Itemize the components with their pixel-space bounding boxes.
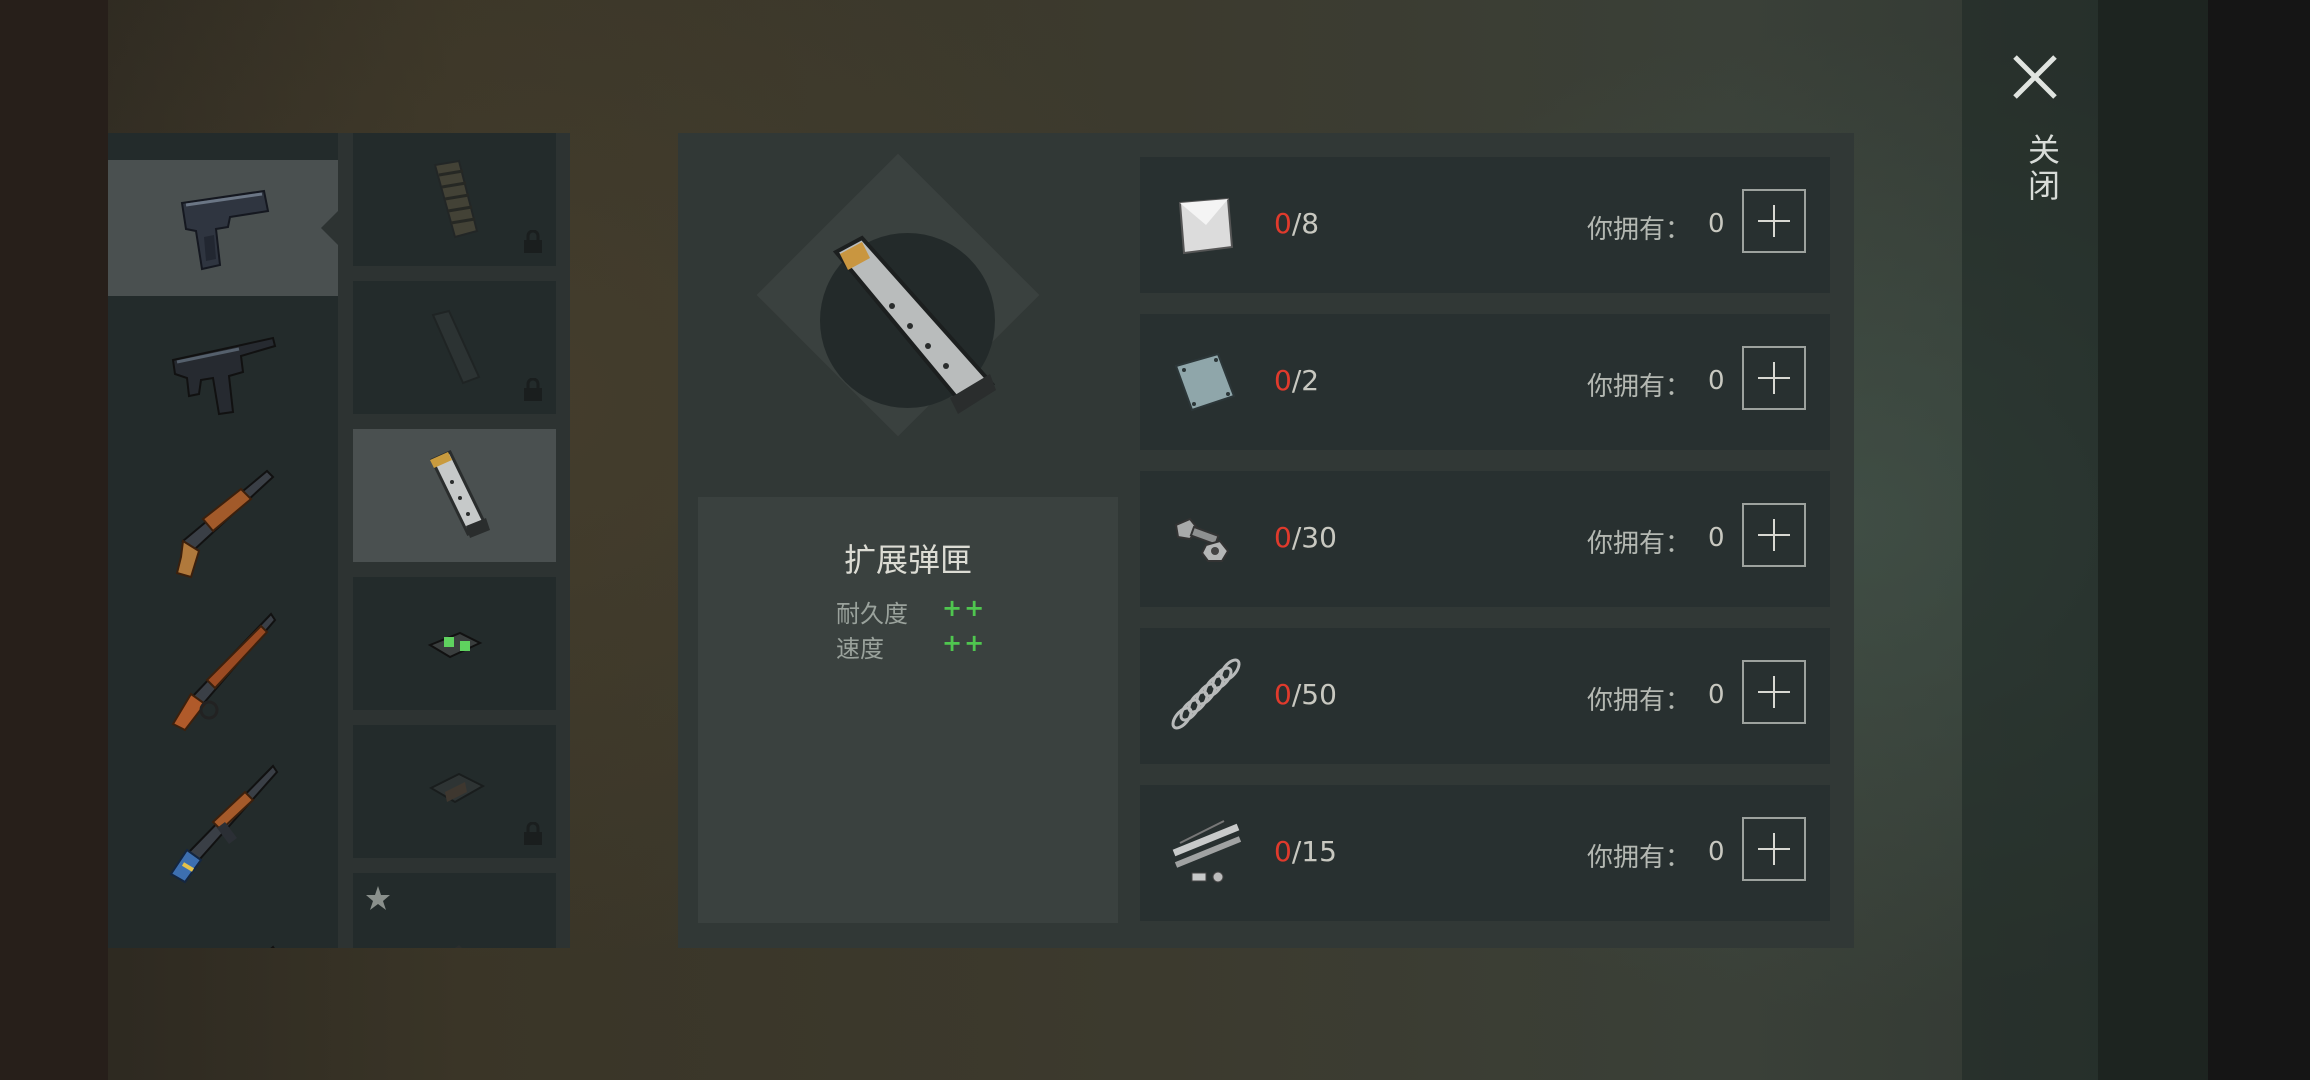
magazine-icon	[431, 309, 480, 384]
add-button[interactable]	[1742, 817, 1806, 881]
owned-value: 0	[1708, 837, 1725, 867]
night-sights-icon	[427, 631, 482, 658]
requirement-row-metal-sheet: 0/8 你拥有： 0	[1140, 157, 1830, 293]
add-button[interactable]	[1742, 346, 1806, 410]
add-button[interactable]	[1742, 503, 1806, 567]
steel-plate-icon	[1174, 352, 1236, 412]
weapon-item-pistol[interactable]	[108, 160, 338, 296]
stat-label: 耐久度	[836, 600, 908, 628]
stat-speed: 速度 ++	[836, 629, 984, 664]
owned-label: 你拥有：	[1587, 215, 1692, 245]
add-button[interactable]	[1742, 660, 1806, 724]
requirement-count: 0/30	[1274, 521, 1337, 554]
smg-icon	[171, 336, 277, 416]
weapon-list	[108, 133, 338, 948]
item-title: 扩展弹匣	[843, 541, 972, 579]
rifle-icon	[270, 945, 275, 948]
requirement-count: 0/8	[1274, 207, 1320, 240]
requirement-row-pipes-parts: 0/15 你拥有： 0	[1140, 785, 1830, 921]
spring-icon	[1171, 658, 1241, 730]
red-dot-sight-icon	[428, 772, 485, 803]
weapon-item-assault-rifle[interactable]	[108, 746, 338, 896]
weapon-item-smg[interactable]	[108, 296, 338, 446]
requirement-row-bolt-nut: 0/30 你拥有： 0	[1140, 471, 1830, 607]
weapon-item-shotgun[interactable]	[108, 446, 338, 596]
assault-rifle-icon	[169, 764, 279, 884]
owned-value: 0	[1708, 209, 1725, 239]
attachment-item-night-sights[interactable]	[353, 577, 556, 710]
stat-durability: 耐久度 ++	[836, 594, 984, 629]
stat-value: ++	[942, 594, 987, 622]
owned-value: 0	[1708, 366, 1725, 396]
attachment-item-drum-magazine[interactable]	[353, 133, 556, 266]
pipes-parts-icon	[1172, 820, 1242, 883]
owned-label: 你拥有：	[1587, 686, 1692, 716]
requirement-count: 0/2	[1274, 364, 1320, 397]
close-button[interactable]: 关闭	[2005, 45, 2065, 215]
weapon-item-lever-rifle[interactable]	[108, 596, 338, 746]
stat-value: ++	[942, 629, 987, 657]
shotgun-icon	[175, 469, 275, 579]
stat-label: 速度	[836, 635, 884, 663]
owned-label: 你拥有：	[1587, 843, 1692, 873]
attachment-item-red-dot-sight[interactable]	[353, 725, 556, 858]
owned-value: 0	[1708, 680, 1725, 710]
close-icon	[2013, 55, 2057, 99]
attachment-item-rear-sight[interactable]	[353, 873, 556, 948]
requirement-count: 0/15	[1274, 835, 1337, 868]
owned-label: 你拥有：	[1587, 529, 1692, 559]
lock-icon	[524, 230, 542, 253]
requirement-row-spring: 0/50 你拥有： 0	[1140, 628, 1830, 764]
add-button[interactable]	[1742, 189, 1806, 253]
left-edge	[0, 0, 108, 1080]
bolt-nut-icon	[1174, 517, 1230, 562]
attachment-item-extended-magazine[interactable]	[353, 429, 556, 562]
requirement-row-steel-plate: 0/2 你拥有： 0	[1140, 314, 1830, 450]
extended-magazine-icon	[429, 449, 490, 538]
requirement-count: 0/50	[1274, 678, 1337, 711]
weapon-item-rifle[interactable]	[108, 896, 338, 948]
pistol-icon	[180, 189, 270, 271]
item-info-box: 扩展弹匣 耐久度 ++ 速度 ++	[698, 497, 1118, 923]
metal-sheet-icon	[1178, 197, 1234, 255]
lock-icon	[524, 378, 542, 401]
lock-icon	[524, 822, 542, 845]
owned-label: 你拥有：	[1587, 372, 1692, 402]
attachment-list	[338, 133, 570, 948]
close-label: 关闭	[2023, 133, 2061, 205]
drum-magazine-icon	[433, 159, 478, 238]
rear-sight-icon	[453, 944, 462, 948]
attachment-item-magazine[interactable]	[353, 281, 556, 414]
star-icon	[366, 886, 390, 910]
lever-rifle-icon	[171, 612, 277, 732]
screen-edge	[2208, 0, 2310, 1080]
extended-magazine-preview-icon	[832, 235, 996, 414]
right-edge	[2098, 0, 2208, 1080]
owned-value: 0	[1708, 523, 1725, 553]
